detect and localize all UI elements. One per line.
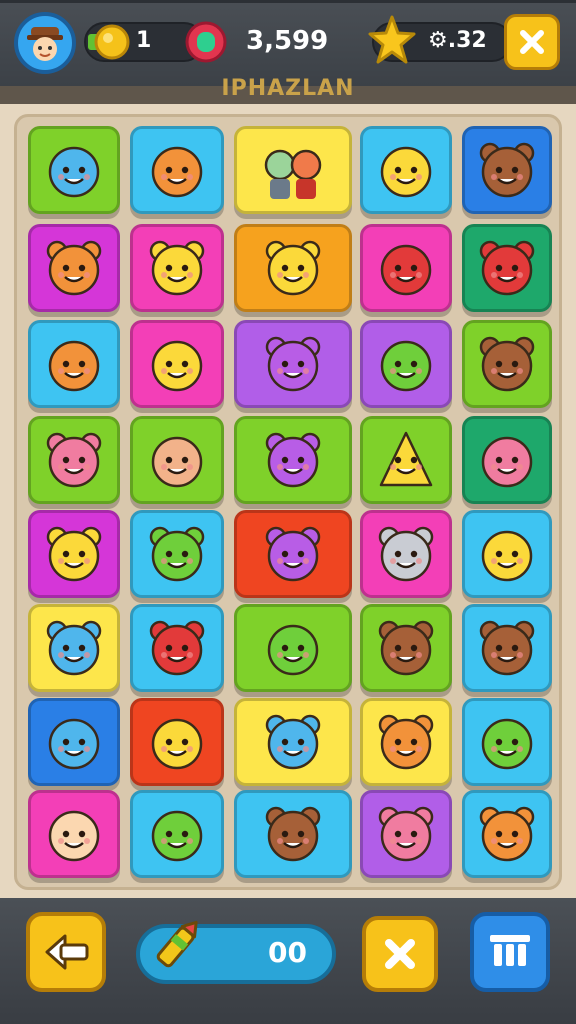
close-icon bbox=[520, 30, 544, 54]
pink-fish-face-icon bbox=[474, 427, 540, 493]
orange-bear-face-icon bbox=[373, 709, 439, 775]
pink-bear-face-icon bbox=[41, 427, 107, 493]
tile-r4-c3[interactable] bbox=[234, 416, 352, 504]
tile-r4-c5[interactable] bbox=[462, 416, 552, 504]
level-title: IPHAZLAN bbox=[221, 76, 355, 101]
red-bear-face-icon bbox=[144, 615, 210, 681]
pink-cat-face-icon bbox=[373, 801, 439, 867]
green-bush-face-icon bbox=[260, 615, 326, 681]
purple-bear-face-icon bbox=[260, 521, 326, 587]
tile-r3-c3[interactable] bbox=[234, 320, 352, 408]
tile-r2-c2[interactable] bbox=[130, 224, 224, 312]
peach-star-face-icon bbox=[144, 427, 210, 493]
tile-r1-c2[interactable] bbox=[130, 126, 224, 214]
tile-r3-c4[interactable] bbox=[360, 320, 452, 408]
yellow-cone-face-icon bbox=[373, 427, 439, 493]
tile-r2-c1[interactable] bbox=[28, 224, 120, 312]
tile-r8-c5[interactable] bbox=[462, 790, 552, 878]
tile-r5-c3[interactable] bbox=[234, 510, 352, 598]
tile-r5-c5[interactable] bbox=[462, 510, 552, 598]
tile-r6-c3[interactable] bbox=[234, 604, 352, 692]
yellow-turtle-face-icon bbox=[144, 709, 210, 775]
tile-r8-c4[interactable] bbox=[360, 790, 452, 878]
tile-r6-c5[interactable] bbox=[462, 604, 552, 692]
menu-button[interactable] bbox=[470, 912, 550, 992]
tile-r7-c3[interactable] bbox=[234, 698, 352, 786]
player-avatar[interactable] bbox=[14, 12, 76, 74]
back-button[interactable] bbox=[26, 912, 106, 992]
tile-r2-c3[interactable] bbox=[234, 224, 352, 312]
purple-bear-face-icon bbox=[260, 331, 326, 397]
tile-r4-c1[interactable] bbox=[28, 416, 120, 504]
blue-bear-face-icon bbox=[260, 709, 326, 775]
yellow-bird-face-icon bbox=[144, 331, 210, 397]
tile-r7-c4[interactable] bbox=[360, 698, 452, 786]
orange-blob-face-icon bbox=[41, 331, 107, 397]
tile-r8-c2[interactable] bbox=[130, 790, 224, 878]
tile-r7-c2[interactable] bbox=[130, 698, 224, 786]
yellow-blob-face-icon bbox=[373, 137, 439, 203]
kid-face-icon bbox=[41, 801, 107, 867]
brown-bear-face-icon bbox=[474, 137, 540, 203]
purple-bear-face-icon bbox=[260, 427, 326, 493]
red-bear-face-icon bbox=[474, 235, 540, 301]
star-icon bbox=[368, 15, 416, 64]
coin-count: 1 bbox=[136, 28, 152, 53]
tile-r4-c2[interactable] bbox=[130, 416, 224, 504]
red-leaf-ball-icon bbox=[373, 235, 439, 301]
brown-bear-face-icon bbox=[260, 801, 326, 867]
yellow-cat-scene-icon bbox=[260, 235, 326, 301]
avatar-face-icon bbox=[27, 27, 63, 61]
tile-r1-c1[interactable] bbox=[28, 126, 120, 214]
brown-bear-face-icon bbox=[474, 331, 540, 397]
tile-r5-c1[interactable] bbox=[28, 510, 120, 598]
tile-r1-c4[interactable] bbox=[360, 126, 452, 214]
orange-cat-face-icon bbox=[41, 235, 107, 301]
tile-r4-c4[interactable] bbox=[360, 416, 452, 504]
tile-r5-c4[interactable] bbox=[360, 510, 452, 598]
crayon-icon bbox=[156, 920, 198, 968]
green-blob-face-icon bbox=[373, 331, 439, 397]
tile-r5-c2[interactable] bbox=[130, 510, 224, 598]
tile-r6-c4[interactable] bbox=[360, 604, 452, 692]
tile-r3-c2[interactable] bbox=[130, 320, 224, 408]
brown-bear-face-icon bbox=[373, 615, 439, 681]
tile-r3-c1[interactable] bbox=[28, 320, 120, 408]
brown-cat-face-icon bbox=[474, 615, 540, 681]
grey-mouse-face-icon bbox=[373, 521, 439, 587]
orange-fish-face-icon bbox=[144, 137, 210, 203]
blue-bear-face-icon bbox=[41, 615, 107, 681]
blue-bubble-face-icon bbox=[41, 709, 107, 775]
tile-r7-c5[interactable] bbox=[462, 698, 552, 786]
blue-bubble-face-icon bbox=[41, 137, 107, 203]
green-blob-face-icon bbox=[144, 801, 210, 867]
score-value: 3,599 bbox=[246, 26, 329, 56]
green-bear-face-icon bbox=[144, 521, 210, 587]
tile-r8-c3[interactable] bbox=[234, 790, 352, 878]
orange-bear-face-icon bbox=[474, 801, 540, 867]
gem-icon bbox=[185, 21, 227, 63]
coin-icon bbox=[88, 24, 130, 60]
yellow-bubble-face-icon bbox=[474, 521, 540, 587]
columns-icon bbox=[490, 935, 530, 966]
back-arrow-icon bbox=[45, 934, 89, 970]
tile-r6-c1[interactable] bbox=[28, 604, 120, 692]
yellow-bear-face-icon bbox=[144, 235, 210, 301]
yellow-bear-face-icon bbox=[41, 521, 107, 587]
two-kids-figures-icon bbox=[260, 137, 326, 203]
tile-r2-c4[interactable] bbox=[360, 224, 452, 312]
cross-icon bbox=[385, 939, 415, 969]
tile-r3-c5[interactable] bbox=[462, 320, 552, 408]
progress-value: 00 bbox=[268, 936, 307, 969]
tile-r1-c5[interactable] bbox=[462, 126, 552, 214]
star-count: ⚙.32 bbox=[428, 28, 487, 53]
green-leaf-icon-icon bbox=[474, 709, 540, 775]
tile-r1-c3[interactable] bbox=[234, 126, 352, 214]
close-button[interactable] bbox=[504, 14, 560, 70]
tile-r7-c1[interactable] bbox=[28, 698, 120, 786]
shuffle-button[interactable] bbox=[362, 916, 438, 992]
tile-r6-c2[interactable] bbox=[130, 604, 224, 692]
tile-r2-c5[interactable] bbox=[462, 224, 552, 312]
tile-r8-c1[interactable] bbox=[28, 790, 120, 878]
